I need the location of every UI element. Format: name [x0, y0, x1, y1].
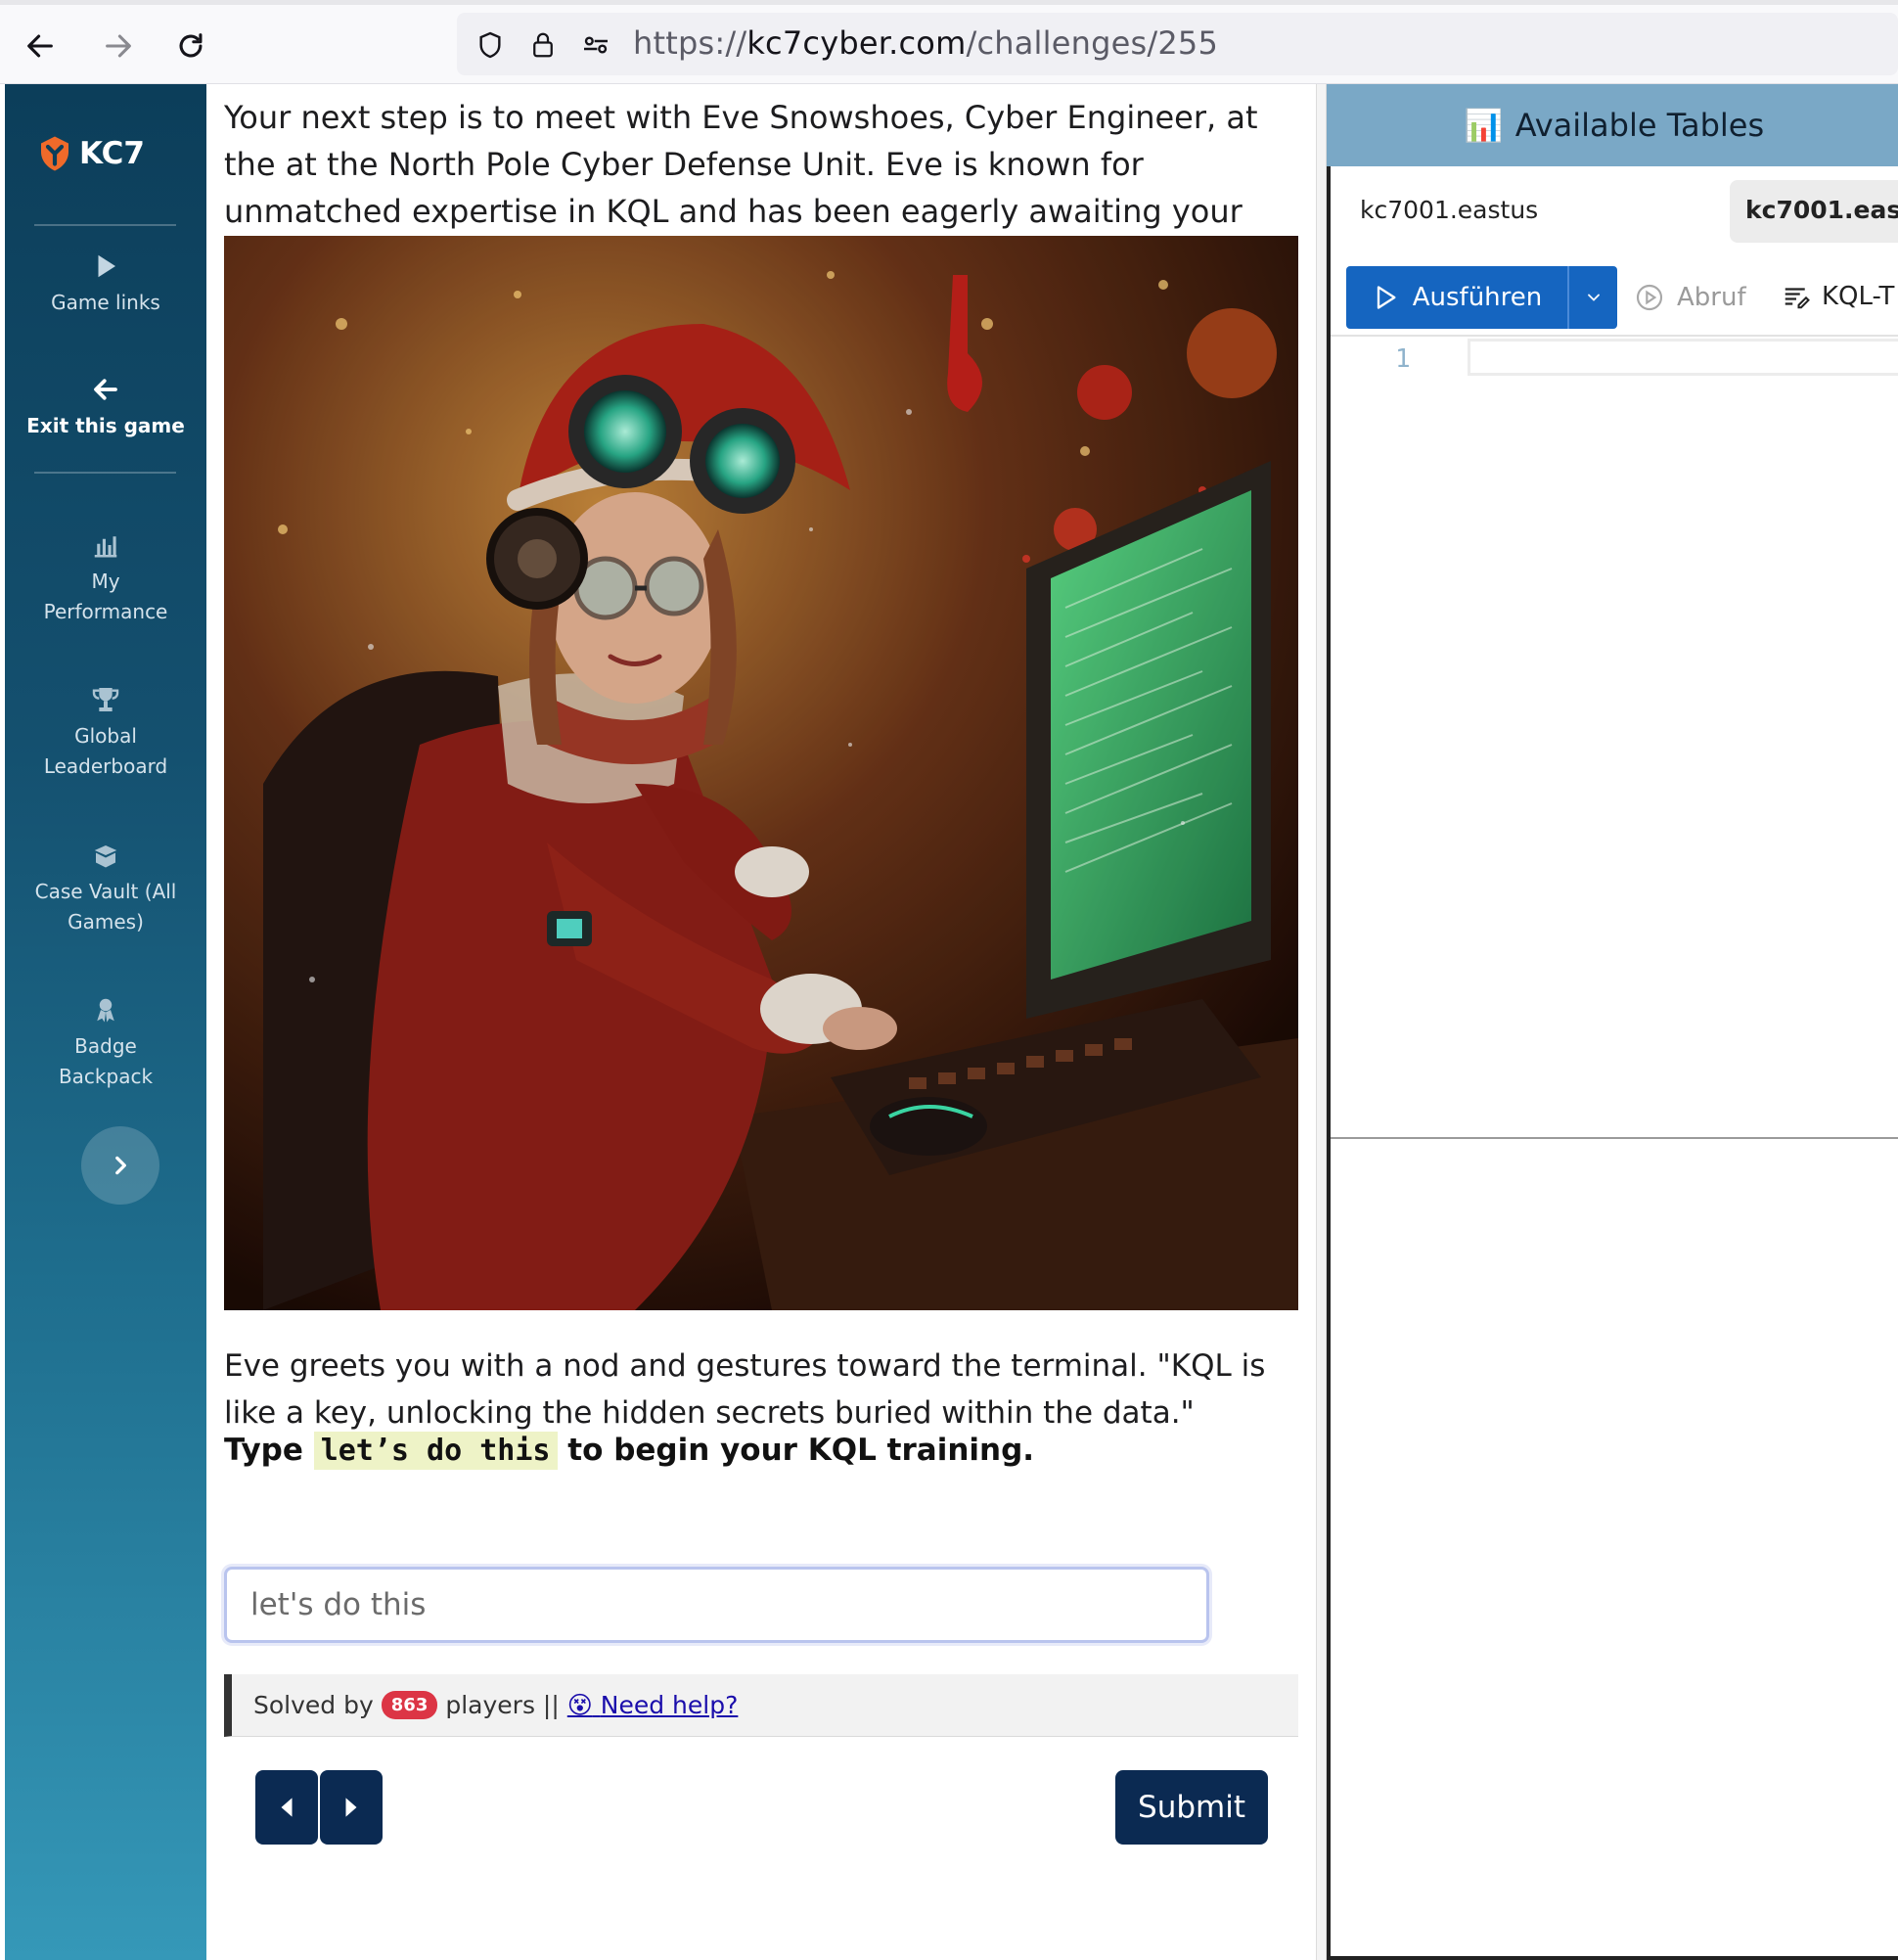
bar-chart-icon — [94, 536, 117, 558]
arrow-right-icon — [106, 34, 131, 58]
tab-strip-edge — [0, 0, 1898, 5]
kql-editor[interactable]: 1 — [1331, 337, 1898, 1139]
challenge-pager — [255, 1770, 383, 1845]
shield-icon[interactable] — [473, 27, 508, 63]
sidebar-item-label: Game links — [51, 291, 160, 314]
solved-suffix: players || — [445, 1691, 560, 1719]
sidebar: KC7 Game links Exit this game My Perform… — [5, 84, 206, 1960]
need-help-label: Need help? — [600, 1691, 739, 1719]
editor-current-line[interactable] — [1468, 339, 1898, 376]
url-path: /challenges/255 — [966, 24, 1219, 62]
chevron-down-icon — [1587, 294, 1600, 301]
solved-stats-bar: Solved by 863 players || 😵 Need help? — [224, 1674, 1298, 1737]
reload-button[interactable] — [166, 22, 215, 70]
query-toolbar: Ausführen Abruf KQL-T — [1331, 256, 1898, 337]
sidebar-item-case-vault[interactable]: Case Vault (All Games) — [5, 840, 206, 937]
logo-text: KC7 — [79, 136, 145, 171]
url-scheme: https:// — [633, 24, 747, 62]
play-icon — [98, 254, 115, 278]
run-options-dropdown[interactable] — [1569, 266, 1617, 329]
next-challenge-button[interactable] — [320, 1770, 383, 1845]
sidebar-item-label: Exit this game — [26, 414, 185, 437]
arrow-left-icon — [94, 379, 117, 400]
caret-right-icon — [345, 1798, 357, 1817]
sidebar-item-global-leaderboard[interactable]: Global Leaderboard — [5, 684, 206, 782]
sidebar-item-exit-game[interactable]: Exit this game — [5, 374, 206, 441]
sidebar-item-badge-backpack[interactable]: Badge Backpack — [5, 994, 206, 1092]
sidebar-item-label: Case Vault (All — [34, 880, 177, 903]
sidebar-divider — [34, 224, 176, 226]
run-query-label: Ausführen — [1412, 283, 1543, 312]
challenge-content: Your next step is to meet with Eve Snows… — [206, 84, 1316, 1960]
previous-challenge-button[interactable] — [255, 1770, 318, 1845]
kql-tools-label: KQL-T — [1822, 282, 1895, 311]
trophy-icon — [92, 688, 119, 711]
dizzy-face-icon: 😵 — [566, 1691, 593, 1719]
sidebar-item-label: Backpack — [58, 1065, 154, 1088]
site-settings-icon[interactable] — [578, 27, 613, 63]
eve-greeting-text: Eve greets you with a nod and gestures t… — [224, 1348, 1266, 1431]
bar-chart-emoji-icon: 📊 — [1464, 107, 1504, 144]
panel-resize-handle[interactable] — [1316, 84, 1327, 1960]
sidebar-item-label: Badge — [74, 1034, 137, 1058]
sidebar-item-label: My — [91, 570, 120, 593]
available-tables-header[interactable]: 📊 Available Tables — [1327, 84, 1898, 166]
instruction-code: let’s do this — [313, 1432, 558, 1470]
answer-input[interactable] — [224, 1567, 1209, 1643]
sidebar-item-label: Global — [74, 724, 137, 748]
play-outline-icon — [1377, 286, 1396, 309]
kql-tools-button[interactable]: KQL-T — [1781, 282, 1894, 311]
back-button[interactable] — [16, 22, 65, 70]
run-query-button[interactable]: Ausführen — [1346, 266, 1569, 329]
recall-button[interactable]: Abruf — [1634, 282, 1746, 313]
submit-button[interactable]: Submit — [1115, 1770, 1268, 1845]
forward-button[interactable] — [94, 22, 143, 70]
box-icon — [94, 845, 117, 868]
run-query-button-group: Ausführen — [1346, 266, 1617, 329]
recall-icon — [1636, 284, 1663, 311]
sidebar-item-label: Leaderboard — [43, 754, 168, 778]
caret-left-icon — [281, 1798, 293, 1817]
kc7-logo[interactable]: KC7 — [34, 133, 145, 174]
cluster-tab[interactable]: kc7001.eastus — [1360, 196, 1538, 224]
illustration-artwork — [224, 236, 1298, 1310]
query-panel: 📊 Available Tables kc7001.eastus kc7001.… — [1327, 84, 1898, 1960]
format-lines-icon — [1785, 288, 1810, 309]
solved-prefix: Solved by — [253, 1691, 374, 1719]
url-text: https://kc7cyber.com/challenges/255 — [633, 24, 1218, 62]
sidebar-item-label: Games) — [68, 910, 144, 934]
sidebar-expand-button[interactable] — [81, 1126, 159, 1205]
challenge-instruction: Type let’s do this to begin your KQL tra… — [224, 1427, 1310, 1475]
sidebar-item-my-performance[interactable]: My Performance — [5, 529, 206, 627]
cluster-tab-active[interactable]: kc7001.eastus — [1730, 180, 1898, 243]
lock-icon[interactable] — [525, 27, 561, 63]
available-tables-title: Available Tables — [1514, 107, 1765, 144]
instruction-suffix: to begin your KQL training. — [567, 1433, 1035, 1468]
solved-count-badge: 863 — [381, 1691, 438, 1719]
reload-icon — [179, 33, 203, 58]
recall-label: Abruf — [1677, 283, 1746, 312]
sidebar-divider — [34, 472, 176, 474]
need-help-link[interactable]: 😵 Need help? — [567, 1691, 739, 1719]
arrow-left-icon — [27, 34, 53, 58]
address-bar[interactable]: https://kc7cyber.com/challenges/255 — [457, 13, 1898, 75]
chevron-right-icon — [115, 1156, 126, 1175]
shield-logo-icon — [41, 136, 68, 171]
instruction-prefix: Type — [224, 1433, 303, 1468]
sidebar-item-game-links[interactable]: Game links — [5, 251, 206, 318]
line-number: 1 — [1395, 344, 1411, 374]
browser-toolbar: https://kc7cyber.com/challenges/255 — [0, 0, 1898, 84]
cluster-tabs: kc7001.eastus kc7001.eastus — [1331, 166, 1898, 256]
url-host: kc7cyber.com — [746, 24, 967, 62]
sidebar-item-label: Performance — [43, 600, 168, 623]
eve-snowshoes-illustration — [224, 236, 1298, 1310]
ribbon-icon — [97, 998, 114, 1023]
